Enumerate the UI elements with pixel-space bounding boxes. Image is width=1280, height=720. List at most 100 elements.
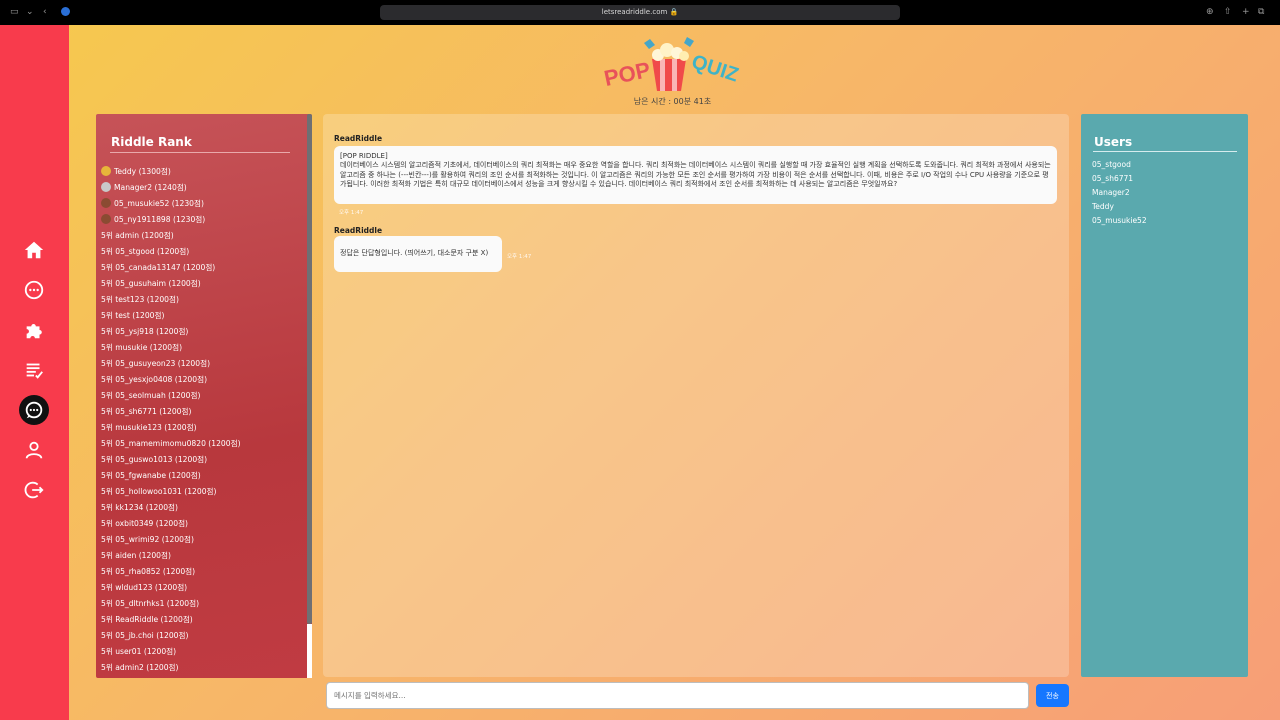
remaining-time: 남은 시간 : 00분 41초 [633, 97, 712, 106]
rank-item: 5위 05_guswo1013 (1200점) [101, 451, 301, 467]
user-item: 05_sh6771 [1092, 174, 1134, 183]
sidebar-toggle-icon[interactable]: ▭ [10, 6, 19, 18]
rank-item: 5위 05_gusuhaim (1200점) [101, 275, 301, 291]
nav-profile[interactable] [19, 435, 49, 465]
rank-item-label: 05_ny1911898 (1230점) [114, 214, 206, 224]
rank-item-label: 5위 05_jb.choi (1200점) [101, 630, 189, 640]
download-icon[interactable]: ⊕ [1206, 6, 1214, 18]
silver-medal-icon [101, 182, 111, 192]
rank-item: 5위 test (1200점) [101, 307, 301, 323]
scrollbar-track[interactable] [307, 624, 312, 678]
home-icon [24, 241, 44, 259]
rank-item: 5위 05_rha0852 (1200점) [101, 563, 301, 579]
rank-scrollbar[interactable] [306, 114, 312, 678]
message-text: 정답은 단답형입니다. (띄어쓰기, 대소문자 구분 X) [340, 249, 489, 258]
message-bubble: [POP RIDDLE] 데이터베이스 시스템의 알고리즘적 기초에서, 데이터… [334, 146, 1057, 204]
rank-item: 5위 ReadRiddle (1200점) [101, 611, 301, 627]
riddle-rank-title: Riddle Rank [111, 135, 192, 149]
quiz-chat-icon [25, 401, 43, 419]
nav-chat[interactable] [19, 275, 49, 305]
rank-item-label: 5위 05_yesxjo0408 (1200점) [101, 374, 208, 384]
rank-list[interactable]: Teddy (1300점) Manager2 (1240점) 05_musukie5… [101, 163, 301, 675]
rank-item: 5위 wldud123 (1200점) [101, 579, 301, 595]
message-bubble: 정답은 단답형입니다. (띄어쓰기, 대소문자 구분 X) [334, 236, 502, 272]
nav-logout[interactable] [19, 475, 49, 505]
chevron-down-icon[interactable]: ⌄ [26, 6, 34, 18]
site-favicon [61, 7, 70, 16]
message-sender: ReadRiddle [334, 134, 383, 143]
app-root: POP QUIZ 남은 시간 : 00분 41초 Riddle Rank Ted… [0, 25, 1280, 720]
user-item: 05_stgood [1092, 160, 1131, 169]
nav-checklist[interactable] [19, 355, 49, 385]
users-list: 05_stgood 05_sh6771 Manager2 Teddy 05_musuki… [1092, 160, 1147, 230]
share-icon[interactable]: ⇧ [1224, 6, 1232, 18]
rank-item-label: Teddy (1300점) [114, 166, 171, 176]
rank-item-label: 5위 05_mamemimomu0820 (1200점) [101, 438, 241, 448]
bronze-medal-icon [101, 198, 111, 208]
rank-item-label: 5위 test123 (1200점) [101, 294, 179, 304]
rank-item-label: 5위 05_hollowoo1031 (1200점) [101, 486, 217, 496]
rank-item-label: 05_musukie52 (1230점) [114, 198, 204, 208]
rank-item-label: Manager2 (1240점) [114, 182, 187, 192]
rank-item: 5위 musukie (1200점) [101, 339, 301, 355]
back-icon[interactable]: ‹ [43, 6, 47, 18]
logout-icon [24, 481, 44, 499]
user-item: Teddy [1092, 202, 1114, 211]
rank-item-label: 5위 05_gusuyeon23 (1200점) [101, 358, 211, 368]
puzzle-icon [26, 324, 42, 339]
rank-item-label: 5위 musukie123 (1200점) [101, 422, 197, 432]
rank-item-label: 5위 user01 (1200점) [101, 646, 177, 656]
scrollbar-thumb[interactable] [307, 114, 312, 624]
logo-quiz-text: QUIZ [689, 51, 741, 87]
rank-item: 5위 aiden (1200점) [101, 547, 301, 563]
rank-item-label: 5위 05_dltnrhks1 (1200점) [101, 598, 200, 608]
rank-item: 5위 05_yesxjo0408 (1200점) [101, 371, 301, 387]
divider [110, 152, 290, 153]
user-item: Manager2 [1092, 188, 1130, 197]
message-sender: ReadRiddle [334, 226, 383, 235]
rank-item-label: 5위 kk1234 (1200점) [101, 502, 179, 512]
message-input[interactable] [334, 691, 1021, 700]
browser-toolbar: ▭ ⌄ ‹ letsreadriddle.com 🔒 ⊕ ⇧ + ⧉ [0, 0, 1280, 25]
rank-item-label: 5위 05_fgwanabe (1200점) [101, 470, 201, 480]
rank-item: 5위 05_fgwanabe (1200점) [101, 467, 301, 483]
rank-item: 5위 05_hollowoo1031 (1200점) [101, 483, 301, 499]
rank-item: 05_musukie52 (1230점) [101, 195, 301, 211]
rank-item: 5위 05_sh6771 (1200점) [101, 403, 301, 419]
chat-panel: ReadRiddle [POP RIDDLE] 데이터베이스 시스템의 알고리즘… [323, 114, 1069, 677]
new-tab-icon[interactable]: + [1242, 6, 1250, 18]
rank-item: 5위 05_dltnrhks1 (1200점) [101, 595, 301, 611]
rank-item: 5위 05_gusuyeon23 (1200점) [101, 355, 301, 371]
rank-item: 5위 admin (1200점) [101, 227, 301, 243]
rank-item: 5위 05_canada13147 (1200점) [101, 259, 301, 275]
rank-item-label: 5위 oxbit0349 (1200점) [101, 518, 189, 528]
message-header-text: [POP RIDDLE] [340, 152, 388, 160]
rank-item: 5위 oxbit0349 (1200점) [101, 515, 301, 531]
rank-item-label: 5위 05_stgood (1200점) [101, 246, 190, 256]
rank-item-label: 5위 05_canada13147 (1200점) [101, 262, 216, 272]
rank-item: 5위 05_stgood (1200점) [101, 243, 301, 259]
riddle-rank-panel: Riddle Rank Teddy (1300점) Manager2 (1240점… [96, 114, 312, 678]
rank-item-label: 5위 05_guswo1013 (1200점) [101, 454, 208, 464]
rank-item: Manager2 (1240점) [101, 179, 301, 195]
rank-item-label: 5위 05_gusuhaim (1200점) [101, 278, 201, 288]
message-time: 오후 1:47 [507, 254, 532, 260]
message-input-wrapper [326, 682, 1029, 709]
rank-item-label: 5위 05_sh6771 (1200점) [101, 406, 192, 416]
user-icon [25, 441, 43, 459]
address-bar[interactable]: letsreadriddle.com 🔒 [380, 5, 900, 20]
rank-item: Teddy (1300점) [101, 163, 301, 179]
chat-bubble-icon [24, 280, 44, 300]
left-nav-sidebar [0, 25, 69, 720]
rank-item-label: 5위 test (1200점) [101, 310, 165, 320]
user-item: 05_musukie52 [1092, 216, 1147, 225]
send-button[interactable]: 전송 [1036, 684, 1069, 707]
rank-item-label: 5위 05_wrimi92 (1200점) [101, 534, 194, 544]
nav-home[interactable] [19, 235, 49, 265]
nav-quiz-chat[interactable] [19, 395, 49, 425]
rank-item: 05_ny1911898 (1230점) [101, 211, 301, 227]
address-bar-url: letsreadriddle.com [601, 8, 668, 16]
nav-puzzle[interactable] [19, 315, 49, 345]
tabs-overview-icon[interactable]: ⧉ [1258, 6, 1264, 18]
rank-item: 5위 musukie123 (1200점) [101, 419, 301, 435]
